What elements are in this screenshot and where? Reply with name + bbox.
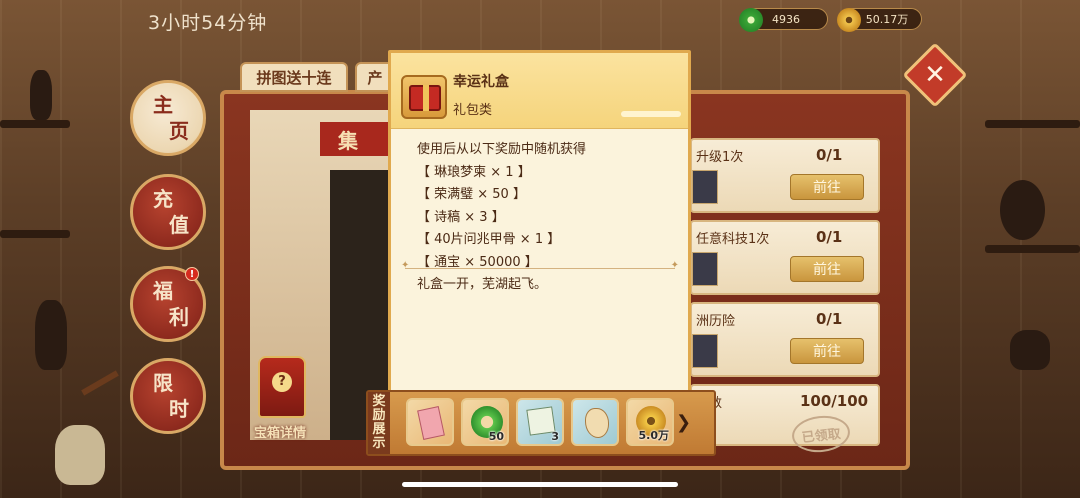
task-row: 升级1次 0/1 前往 (690, 138, 880, 213)
nav-recharge-char1: 充 (153, 187, 173, 211)
flavor-text: 礼盒一开，芜湖起飞。 (417, 277, 548, 292)
nav-home-button[interactable]: 主 页 (130, 80, 206, 156)
tab-puzzle[interactable]: 拼图送十连 (240, 62, 348, 92)
reward-count: 3 (551, 430, 559, 443)
task-title: 洲历险 (696, 314, 736, 329)
task-row: 任意科技1次 0/1 前往 (690, 220, 880, 295)
jade-currency[interactable]: 4936 (739, 8, 828, 32)
invitation-card-icon[interactable] (406, 398, 454, 446)
description-line: 【 通宝 × 50000 】 (417, 254, 538, 270)
reward-label-char: 示 (372, 436, 386, 451)
nav-limited-button[interactable]: 限 时 (130, 358, 206, 434)
event-timer: 3小时54分钟 (148, 12, 268, 34)
task-progress: 100/100 (800, 392, 869, 410)
task-go-button[interactable]: 前往 (790, 338, 864, 364)
reward-count: 5.0万 (638, 429, 670, 442)
vase-decoration (35, 300, 67, 370)
close-icon[interactable]: ✕ (918, 58, 952, 92)
jade-disc-icon[interactable]: 50 (461, 398, 509, 446)
coin-amount: 50.17万 (865, 13, 909, 26)
task-row: 料数 100/100 已领取 (690, 384, 880, 455)
jade-icon (739, 8, 763, 32)
popup-header: 幸运礼盒 礼包类 (391, 53, 688, 129)
divider (401, 260, 679, 271)
question-icon: ? (272, 372, 292, 392)
description-line: 【 荣满璧 × 50 】 (417, 187, 526, 202)
manuscript-icon[interactable]: 3 (516, 398, 564, 446)
reward-label-char: 奖 (372, 394, 386, 409)
reward-count: 50 (488, 430, 504, 443)
coin-icon (837, 8, 861, 32)
vase-decoration (55, 425, 105, 485)
reward-showcase-label: 奖 励 展 示 (368, 392, 390, 454)
task-thumbnail (692, 334, 718, 368)
notification-badge: ! (185, 267, 199, 281)
task-progress: 0/1 (816, 310, 843, 328)
task-row: 洲历险 0/1 前往 (690, 302, 880, 377)
left-shelf-lower (0, 230, 70, 238)
nav-home-char1: 主 (153, 93, 173, 117)
nav-recharge-button[interactable]: 充 值 (130, 174, 206, 250)
description-line: 【 琳琅梦柬 × 1 】 (417, 164, 531, 180)
jade-amount: 4936 (772, 12, 800, 26)
header-decoration (621, 111, 681, 117)
item-name: 幸运礼盒 (453, 74, 509, 90)
nav-recharge-char2: 值 (169, 213, 189, 237)
task-go-button[interactable]: 前往 (790, 174, 864, 200)
treasure-details-label[interactable]: 宝箱详情 (254, 422, 306, 441)
task-progress: 0/1 (816, 146, 843, 164)
nav-home-char2: 页 (169, 119, 189, 143)
description-line: 【 诗稿 × 3 】 (417, 209, 505, 225)
task-title: 升级1次 (696, 150, 744, 165)
description-line: 【 40片问兆甲骨 × 1 】 (417, 232, 561, 247)
copper-coin-icon[interactable]: 5.0万 (626, 398, 674, 446)
left-shelf (0, 120, 70, 128)
home-indicator[interactable] (402, 482, 678, 487)
vase-decoration (1000, 180, 1045, 240)
more-arrow-icon[interactable]: ❯ (676, 412, 694, 433)
item-description: 使用后从以下奖励中随机获得 【 琳琅梦柬 × 1 】 【 荣满璧 × 50 】 … (417, 139, 677, 274)
vase-decoration (30, 70, 52, 120)
card-shape (417, 406, 445, 440)
task-title: 任意科技1次 (696, 232, 770, 247)
vase-decoration (1010, 330, 1050, 370)
nav-limited-char2: 时 (169, 397, 189, 421)
nav-welfare-char1: 福 (153, 279, 173, 303)
reward-label-char: 励 (372, 408, 386, 423)
event-banner: 集 (320, 122, 390, 156)
oracle-bone-icon[interactable] (571, 398, 619, 446)
reward-label-char: 展 (372, 422, 386, 437)
coin-currency[interactable]: 50.17万 (837, 8, 922, 32)
right-shelf-lower (985, 245, 1080, 253)
bone-shape (585, 408, 609, 438)
gift-box-icon (401, 75, 447, 119)
task-go-button[interactable]: 前往 (790, 256, 864, 282)
task-thumbnail (692, 170, 718, 204)
nav-limited-char1: 限 (153, 371, 173, 395)
item-type: 礼包类 (453, 103, 493, 118)
treasure-chest-button[interactable]: ? (258, 356, 306, 418)
gift-box-shape (409, 85, 441, 111)
nav-welfare-button[interactable]: 福 利 ! (130, 266, 206, 342)
nav-welfare-char2: 利 (169, 305, 189, 329)
task-thumbnail (692, 252, 718, 286)
task-progress: 0/1 (816, 228, 843, 246)
item-info-popup: 幸运礼盒 礼包类 使用后从以下奖励中随机获得 【 琳琅梦柬 × 1 】 【 荣满… (388, 50, 691, 395)
right-shelf (985, 120, 1080, 128)
description-line: 使用后从以下奖励中随机获得 (417, 142, 587, 157)
